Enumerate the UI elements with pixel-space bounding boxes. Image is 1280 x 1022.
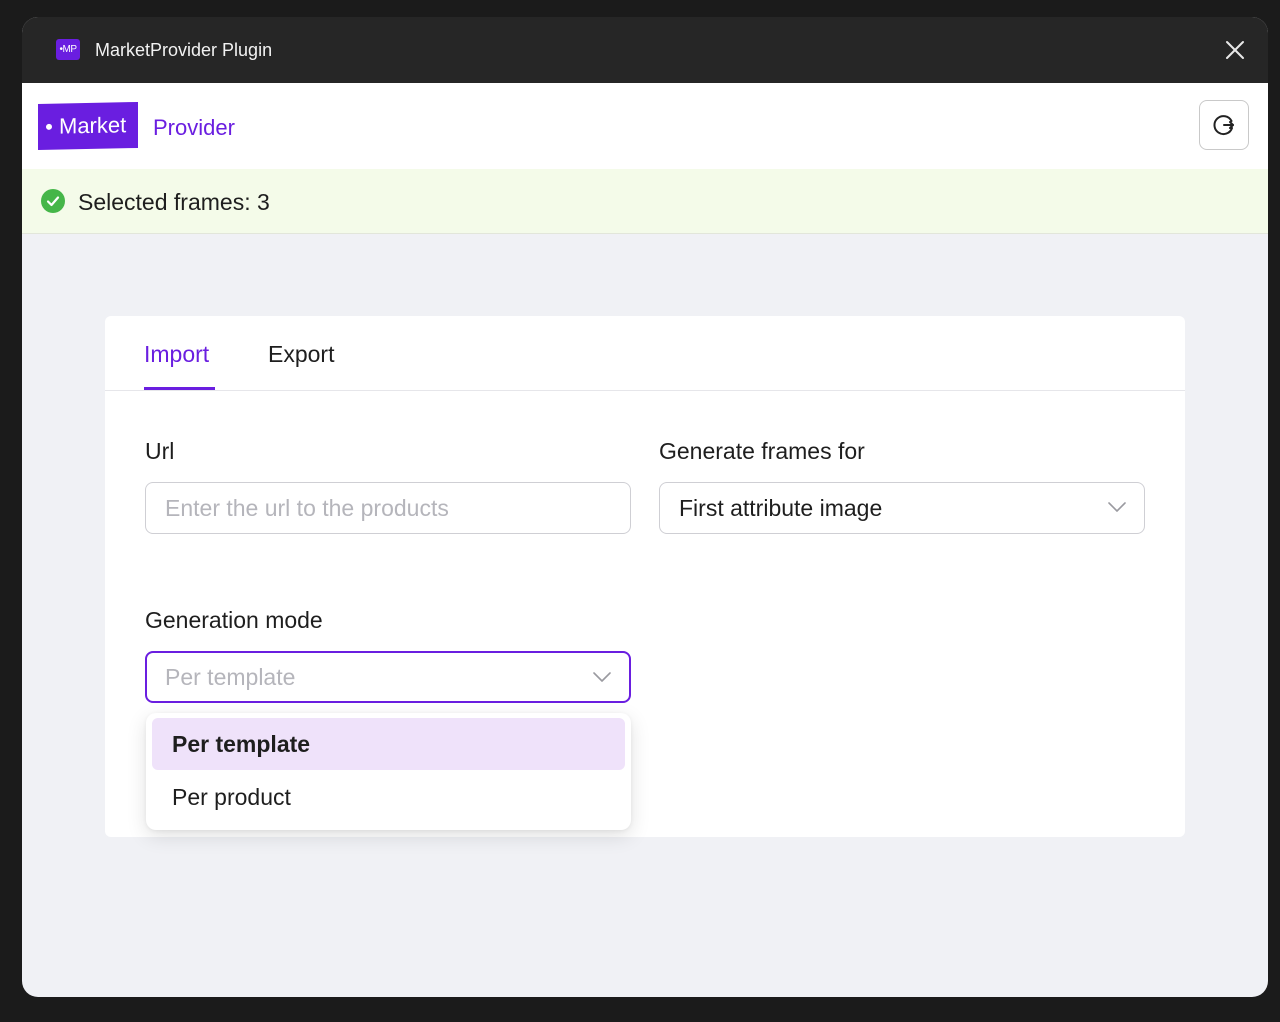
generation-mode-dropdown: Per template Per product [146, 713, 631, 830]
check-circle-icon [41, 189, 65, 213]
active-tab-indicator [144, 387, 215, 390]
window-title: MarketProvider Plugin [95, 40, 273, 60]
tab-bar: Import Export [105, 316, 1185, 391]
generation-mode-select[interactable]: Per template [145, 651, 631, 703]
option-per-product[interactable]: Per product [152, 771, 625, 823]
brand-dot-icon [46, 123, 52, 130]
app-logo-icon: •MP [56, 39, 80, 60]
selected-frames-text: Selected frames: 3 [78, 189, 270, 215]
generation-mode-value: Per template [165, 664, 296, 690]
brand-provider-text: Provider [153, 115, 235, 140]
close-icon [1226, 41, 1244, 59]
generate-frames-for-label: Generate frames for [659, 438, 865, 464]
brand-market-text: Market [59, 112, 127, 139]
title-bar: •MP MarketProvider Plugin [22, 17, 1268, 84]
refresh-icon [1213, 115, 1234, 136]
generation-mode-label: Generation mode [145, 607, 323, 633]
close-button[interactable] [1220, 35, 1250, 65]
plugin-window: •MP MarketProvider Plugin Market Provide… [22, 17, 1268, 997]
brand-logo-market: Market [38, 101, 139, 151]
refresh-button[interactable] [1199, 100, 1249, 150]
main-card: Import Export Url Enter the url to the p… [105, 316, 1185, 837]
generate-frames-for-select[interactable]: First attribute image [659, 482, 1145, 534]
chevron-down-icon [1108, 502, 1126, 512]
plugin-header: Market Provider [22, 83, 1268, 169]
generate-frames-for-value: First attribute image [679, 495, 883, 521]
tab-export[interactable]: Export [268, 340, 334, 368]
url-label: Url [145, 438, 175, 464]
selection-status-bar: Selected frames: 3 [22, 169, 1268, 234]
tab-import[interactable]: Import [144, 340, 209, 368]
url-input[interactable]: Enter the url to the products [145, 482, 631, 534]
chevron-down-icon [593, 672, 611, 682]
option-per-template[interactable]: Per template [152, 718, 625, 770]
